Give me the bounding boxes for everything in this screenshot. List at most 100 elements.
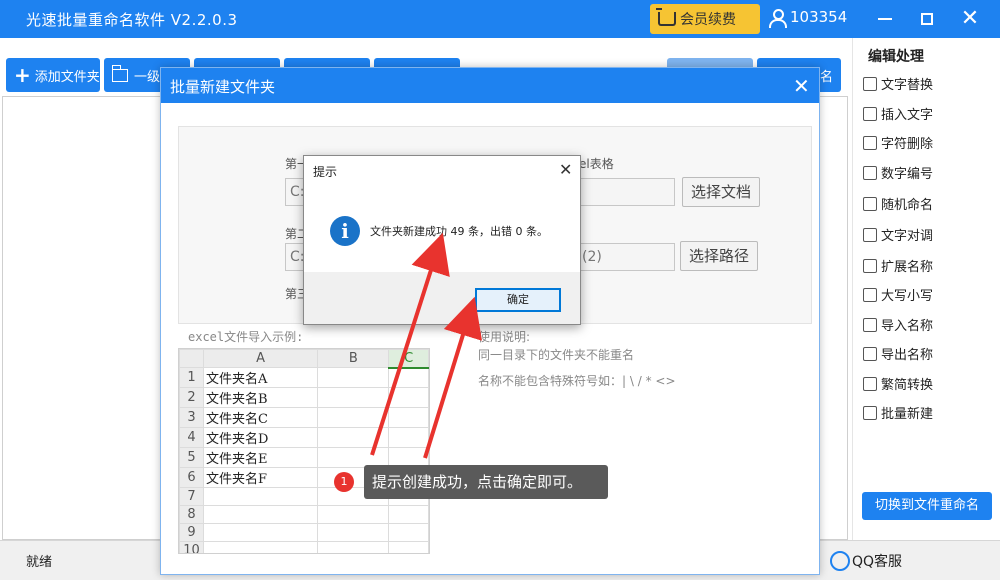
close-icon[interactable]: ✕: [957, 6, 983, 32]
edit-panel: 编辑处理 文字替换 插入文字 字符删除 数字编号 随机命名 文字对调 扩展名称 …: [852, 38, 1000, 540]
rp-item-label: 字符删除: [881, 137, 934, 152]
rp-item-label: 插入文字: [881, 108, 934, 123]
prompt-close-icon[interactable]: ✕: [559, 160, 572, 179]
extension-icon: [863, 258, 877, 273]
vip-renew-button[interactable]: 会员续费: [650, 4, 760, 34]
rp-item-delete[interactable]: 字符删除: [863, 133, 933, 152]
rp-item-swap[interactable]: 文字对调: [863, 225, 933, 244]
number-icon: [863, 165, 877, 180]
status-text: 就绪: [26, 555, 53, 570]
rp-item-label: 导入名称: [881, 319, 934, 334]
ok-button[interactable]: 确定: [475, 288, 561, 312]
folder-icon: [111, 64, 128, 82]
maximize-icon[interactable]: [914, 6, 940, 32]
export-icon: [863, 346, 877, 361]
sheet-cell: 文件夹名B: [202, 387, 319, 408]
switch-to-file-rename-button[interactable]: 切换到文件重命名: [862, 492, 992, 520]
annotation-callout: 提示创建成功，点击确定即可。: [364, 465, 608, 499]
row-number: 6: [179, 467, 204, 488]
dialog-close-icon[interactable]: ✕: [793, 74, 810, 98]
sheet-cell: 文件夹名C: [202, 407, 319, 428]
qq-support-label: QQ客服: [852, 554, 903, 570]
shuffle-icon: [863, 196, 877, 211]
qq-support-link[interactable]: QQ客服: [830, 551, 902, 571]
vip-renew-label: 会员续费: [680, 12, 736, 28]
excel-example-sheet: A B C 1 文件夹名A 2 文件夹名B 3 文件夹名C 4 文件夹名D 5 文件夹名E…: [178, 348, 430, 554]
rp-item-replace[interactable]: 文字替换: [863, 74, 933, 93]
add-folder-button[interactable]: + 添加文件夹: [6, 58, 100, 92]
rp-item-case[interactable]: 大写小写: [863, 285, 933, 304]
rp-item-random[interactable]: 随机命名: [863, 194, 933, 213]
usage-title: 使用说明:: [478, 330, 531, 344]
sheet-cell: 文件夹名D: [202, 427, 319, 448]
swap-icon: [863, 227, 877, 242]
sheet-col-c: C: [388, 349, 429, 369]
field1-label-right: el表格: [579, 157, 614, 171]
rp-item-export[interactable]: 导出名称: [863, 344, 933, 363]
sheet-cell: 文件夹名F: [202, 467, 319, 488]
replace-icon: [863, 76, 877, 91]
rp-item-label: 繁简转换: [881, 378, 934, 393]
plus-icon: +: [14, 63, 31, 87]
prompt-message-box: 提示 ✕ i 文件夹新建成功 49 条，出错 0 条。 确定: [303, 155, 581, 325]
toolbar-button-7-label: 名: [819, 69, 833, 85]
step-badge: 1: [334, 472, 354, 492]
row-number: 9: [179, 523, 204, 542]
user-id: 103354: [790, 8, 848, 26]
rp-item-import[interactable]: 导入名称: [863, 315, 933, 334]
user-account[interactable]: 103354: [768, 8, 848, 28]
new-batch-icon: [863, 405, 877, 420]
title-bar: 光速批量重命名软件 V2.2.0.3 会员续费 103354 ✕: [0, 0, 1000, 38]
dialog-title: 批量新建文件夹: [170, 78, 276, 96]
rp-item-number[interactable]: 数字编号: [863, 163, 933, 182]
sheet-cell: [202, 541, 319, 553]
row-number: 4: [179, 427, 204, 448]
sheet-cell: [202, 487, 319, 506]
row-number: 7: [179, 487, 204, 506]
row-number: 10: [179, 541, 204, 553]
rp-item-label: 文字替换: [881, 78, 934, 93]
sheet-col-a: A: [202, 349, 319, 368]
user-icon: [768, 8, 787, 28]
sheet-cell: [202, 505, 319, 524]
rp-item-label: 数字编号: [881, 167, 934, 182]
prompt-footer: 确定: [304, 272, 580, 324]
import-icon: [863, 317, 877, 332]
info-icon: i: [330, 216, 360, 246]
rp-item-label: 导出名称: [881, 348, 934, 363]
excel-example-label: excel文件导入示例:: [188, 330, 304, 344]
rp-item-label: 扩展名称: [881, 260, 934, 275]
rp-item-convert[interactable]: 繁简转换: [863, 374, 933, 393]
app-title: 光速批量重命名软件 V2.2.0.3: [26, 11, 238, 29]
rp-item-label: 文字对调: [881, 229, 934, 244]
row-number: 5: [179, 447, 204, 468]
sheet-cell: [202, 523, 319, 542]
cart-icon: [656, 8, 676, 26]
rp-item-insert[interactable]: 插入文字: [863, 104, 933, 123]
rp-item-extension[interactable]: 扩展名称: [863, 256, 933, 275]
row-number: 8: [179, 505, 204, 524]
choose-path-button[interactable]: 选择路径: [680, 241, 758, 271]
choose-document-button[interactable]: 选择文档: [682, 177, 760, 207]
dialog-header: 批量新建文件夹 ✕: [161, 68, 819, 103]
row-number: 3: [179, 407, 204, 428]
case-icon: [863, 287, 877, 302]
row-number: 1: [179, 367, 204, 388]
rp-item-new-batch[interactable]: 批量新建: [863, 403, 933, 422]
prompt-title: 提示: [313, 165, 338, 179]
qq-icon: [830, 551, 850, 571]
prompt-header: 提示 ✕: [304, 156, 580, 186]
sheet-cell: 文件夹名E: [202, 447, 319, 468]
rp-item-label: 大写小写: [881, 289, 934, 304]
rp-item-label: 批量新建: [881, 407, 934, 422]
prompt-message: 文件夹新建成功 49 条，出错 0 条。: [370, 225, 548, 238]
insert-icon: [863, 106, 877, 121]
edit-panel-title: 编辑处理: [868, 49, 924, 65]
minimize-icon[interactable]: [872, 6, 898, 32]
row-number: 2: [179, 387, 204, 408]
sheet-col-b: B: [317, 349, 390, 368]
add-folder-label: 添加文件夹: [34, 69, 100, 85]
usage-line-1: 同一目录下的文件夹不能重名: [478, 348, 635, 362]
usage-line-2: 名称不能包含特殊符号如：| \ / * <>: [478, 374, 676, 388]
save-path-value-right: (2): [582, 249, 602, 265]
